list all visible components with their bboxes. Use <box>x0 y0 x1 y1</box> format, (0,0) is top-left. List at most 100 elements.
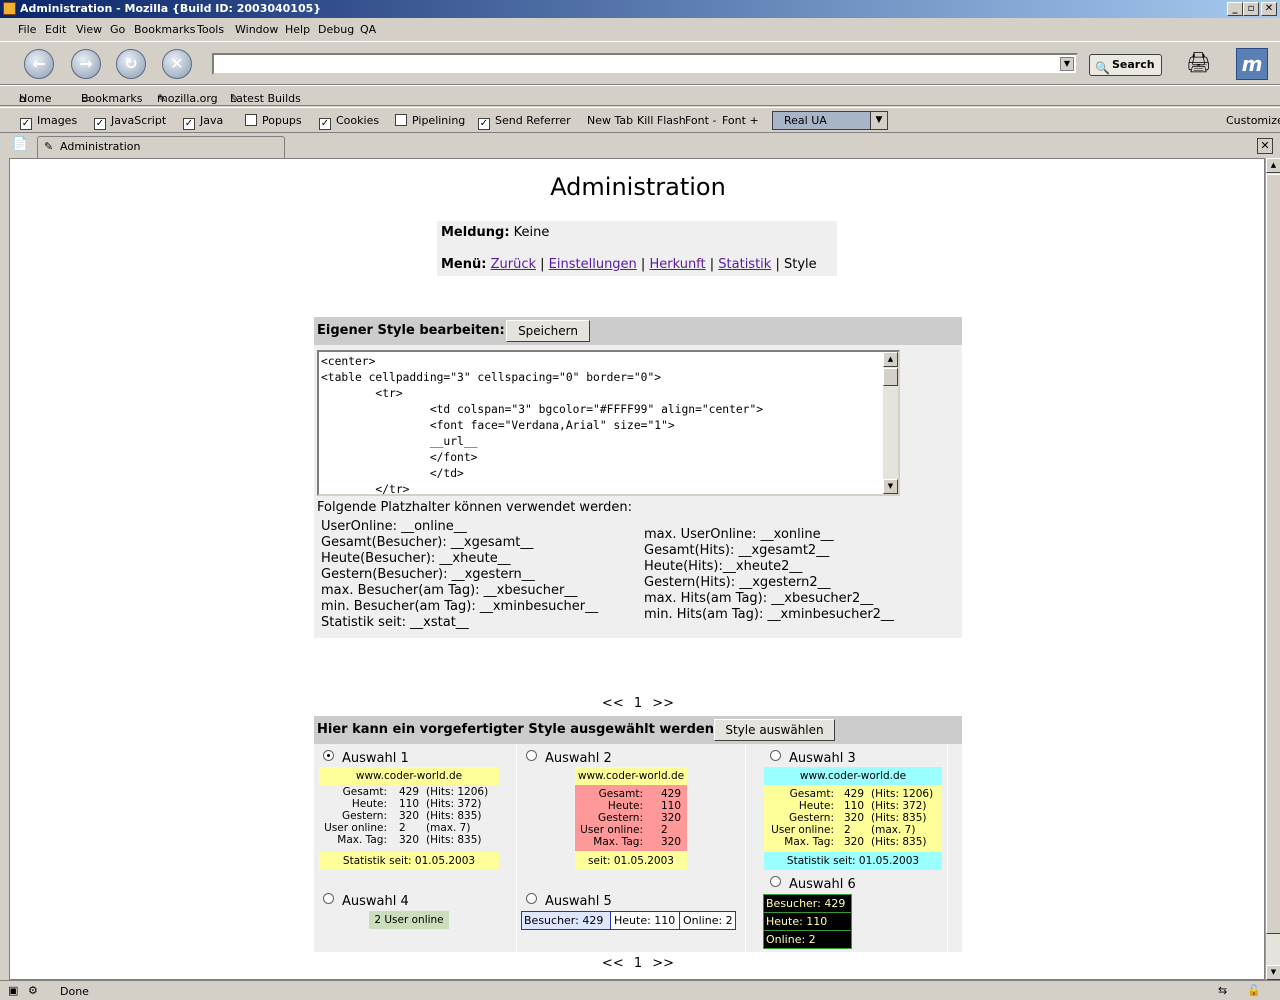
pager-next[interactable]: >> <box>652 956 674 971</box>
print-icon[interactable]: 🖨 <box>1186 50 1216 76</box>
radio-icon <box>526 893 537 904</box>
window-title: Administration - Mozilla {Build ID: 2003… <box>20 2 322 15</box>
radio-icon <box>770 876 781 887</box>
option-3-radio[interactable]: Auswahl 3 <box>770 750 856 766</box>
new-tab-button[interactable]: New Tab <box>587 114 633 127</box>
radio-icon <box>526 750 537 761</box>
placeholder-item: max. UserOnline: __xonline__ <box>644 527 834 542</box>
menu-help[interactable]: Help <box>285 23 310 36</box>
images-checkbox[interactable]: ✓ Images <box>20 114 77 130</box>
minimize-button[interactable]: _ <box>1227 2 1243 16</box>
menu-go[interactable]: Go <box>110 23 125 36</box>
info-box: Meldung: Keine Menü: Zurück | Einstellun… <box>437 221 837 276</box>
close-tab-button[interactable]: ✕ <box>1257 138 1273 154</box>
pager-page[interactable]: 1 <box>634 956 642 971</box>
chevron-down-icon: ▼ <box>870 112 887 129</box>
online-icon: ⇆ <box>1218 984 1228 997</box>
back-arrow-icon: ← <box>32 54 46 73</box>
meldung-value: Keine <box>513 225 550 240</box>
save-button[interactable]: Speichern <box>506 320 590 342</box>
option-4-radio[interactable]: Auswahl 4 <box>323 893 409 909</box>
new-tab-icon[interactable]: 📄 <box>12 137 28 152</box>
menu-bookmarks[interactable]: Bookmarks <box>134 23 195 36</box>
font-smaller-button[interactable]: Font - <box>685 114 716 127</box>
menu-debug[interactable]: Debug <box>318 23 354 36</box>
placeholder-item: Statistik seit: __xstat__ <box>321 615 469 630</box>
select-style-section: Hier kann ein vorgefertigter Style ausge… <box>314 716 962 952</box>
pref-toolbar: ✓ Images ✓ JavaScript ✓ Java Popups ✓ Cookie… <box>0 107 1280 133</box>
user-agent-select[interactable]: Real UA ▼ <box>772 111 888 130</box>
option-1-radio[interactable]: Auswahl 1 <box>323 750 409 766</box>
style-option-6: Auswahl 6 Besucher: 429 Heute: 110 Onlin… <box>746 871 947 952</box>
placeholder-item: Heute(Besucher): __xheute__ <box>321 551 511 566</box>
reload-button[interactable]: ↻ <box>116 49 146 79</box>
preview-6: Besucher: 429 Heute: 110 Online: 2 <box>763 894 852 949</box>
mozilla-status-icon[interactable]: ▣ <box>8 984 18 997</box>
close-window-button[interactable]: ✕ <box>1261 2 1277 16</box>
cookies-checkbox[interactable]: ✓ Cookies <box>319 114 379 130</box>
option-5-radio[interactable]: Auswahl 5 <box>526 893 612 909</box>
maximize-button[interactable]: ▫ <box>1243 2 1259 16</box>
scroll-thumb[interactable] <box>883 368 898 386</box>
scroll-thumb[interactable] <box>1266 174 1280 934</box>
url-dropdown-button[interactable]: ▼ <box>1060 57 1074 71</box>
java-checkbox[interactable]: ✓ Java <box>183 114 223 130</box>
option-2-radio[interactable]: Auswahl 2 <box>526 750 612 766</box>
search-button[interactable]: 🔍 Search <box>1089 54 1162 76</box>
menu-view[interactable]: View <box>76 23 102 36</box>
tab-administration[interactable]: ✎ Administration <box>37 136 285 158</box>
style-option-2: Auswahl 2 www.coder-world.de Gesamt: Heut… <box>517 744 745 870</box>
code-scrollbar[interactable]: ▲ ▼ <box>883 352 898 494</box>
checkmark-icon: ✓ <box>20 118 32 130</box>
pager-bottom: << 1 >> <box>10 956 1264 971</box>
pipelining-checkbox[interactable]: Pipelining <box>395 114 465 127</box>
menu-window[interactable]: Window <box>235 23 278 36</box>
link-einstellungen[interactable]: Einstellungen <box>549 257 637 272</box>
customize-button[interactable]: Customize <box>1226 114 1280 127</box>
checkmark-icon: ✓ <box>319 118 331 130</box>
pager-prev[interactable]: << <box>602 956 624 971</box>
tab-bar: 📄 ✎ Administration ✕ <box>0 134 1280 158</box>
pager-page[interactable]: 1 <box>634 696 642 711</box>
font-larger-button[interactable]: Font + <box>722 114 759 127</box>
forward-button[interactable]: → <box>71 49 101 79</box>
page-title: Administration <box>550 173 726 201</box>
scroll-down-icon[interactable]: ▼ <box>883 479 898 494</box>
menu-bar: File Edit View Go Bookmarks Tools Window… <box>0 19 1280 41</box>
reload-icon: ↻ <box>124 54 138 73</box>
pager-prev[interactable]: << <box>602 696 624 711</box>
style-code-textarea[interactable]: <center> <table cellpadding="3" cellspac… <box>317 350 900 496</box>
preview-4: 2 User online <box>369 911 449 929</box>
placeholder-item: Heute(Hits):__xheute2__ <box>644 559 803 574</box>
scroll-down-icon[interactable]: ▼ <box>1266 965 1280 980</box>
kill-flash-button[interactable]: Kill Flash <box>637 114 686 127</box>
admin-menu: Menü: Zurück | Einstellungen | Herkunft … <box>441 257 817 272</box>
placeholder-item: Gestern(Hits): __xgestern2__ <box>644 575 831 590</box>
url-bar[interactable]: ▼ <box>212 53 1078 75</box>
back-button[interactable]: ← <box>24 49 54 79</box>
page-content: Administration Meldung: Keine Menü: Zurü… <box>9 158 1265 980</box>
scroll-up-icon[interactable]: ▲ <box>1266 158 1280 173</box>
page-scrollbar[interactable]: ▲ ▼ <box>1265 158 1280 980</box>
placeholder-list-left: UserOnline: __online__ Gesamt(Besucher):… <box>321 519 598 631</box>
menu-file[interactable]: File <box>18 23 36 36</box>
style-option-5: Auswahl 5 Besucher: 429 Heute: 110 Onlin… <box>517 871 745 952</box>
menu-edit[interactable]: Edit <box>45 23 66 36</box>
javascript-checkbox[interactable]: ✓ JavaScript <box>94 114 166 130</box>
scroll-up-icon[interactable]: ▲ <box>883 352 898 367</box>
pager-next[interactable]: >> <box>652 696 674 711</box>
page-icon: ✎ <box>44 140 54 153</box>
option-6-radio[interactable]: Auswahl 6 <box>770 876 856 892</box>
link-statistik[interactable]: Statistik <box>718 257 771 272</box>
placeholder-item: Gesamt(Besucher): __xgesamt__ <box>321 535 534 550</box>
stop-button[interactable]: ✕ <box>162 49 192 79</box>
link-zurueck[interactable]: Zurück <box>491 257 536 272</box>
edit-style-header: Eigener Style bearbeiten: <box>317 323 505 338</box>
menu-tools[interactable]: Tools <box>197 23 224 36</box>
menu-qa[interactable]: QA <box>360 23 376 36</box>
url-input[interactable] <box>232 55 1072 71</box>
popups-checkbox[interactable]: Popups <box>245 114 302 127</box>
link-herkunft[interactable]: Herkunft <box>649 257 705 272</box>
select-style-button[interactable]: Style auswählen <box>714 719 835 741</box>
send-referrer-checkbox[interactable]: ✓ Send Referrer <box>478 114 571 130</box>
